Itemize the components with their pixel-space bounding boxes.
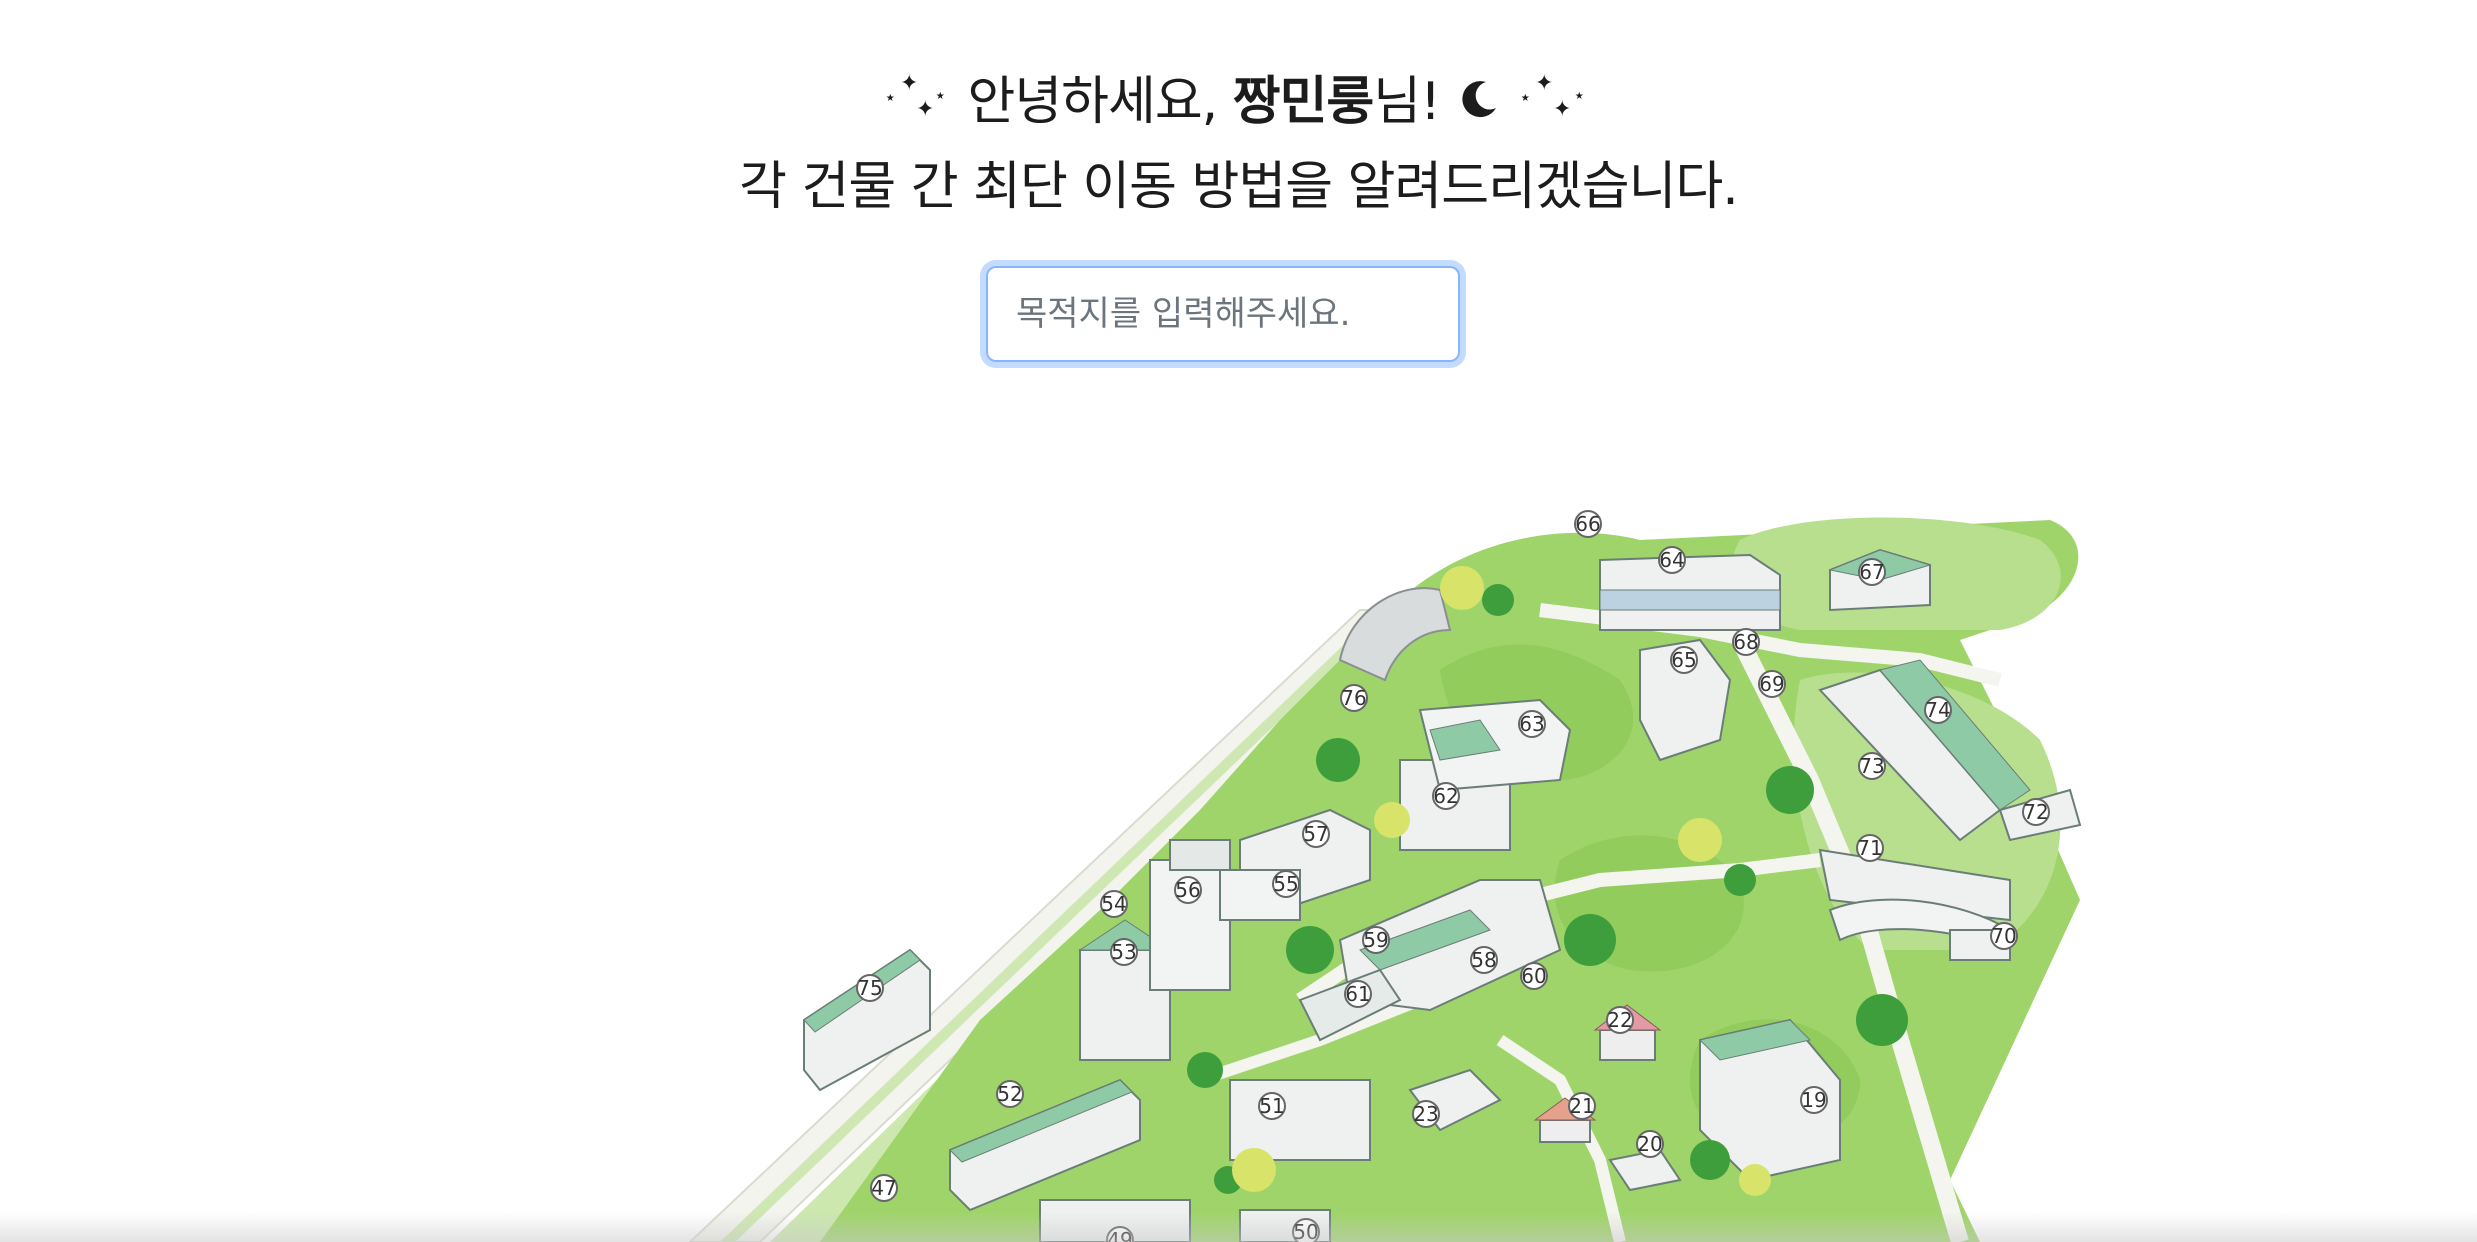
svg-text:68: 68 [1733, 630, 1758, 654]
campus-map[interactable]: 66 64 67 68 65 69 76 63 74 73 62 72 57 7… [0, 480, 2477, 1242]
svg-text:✦: ✦ [1535, 71, 1553, 96]
svg-text:70: 70 [1991, 924, 2016, 948]
search-box [986, 266, 1460, 362]
svg-text:71: 71 [1857, 836, 1882, 860]
svg-text:⋆: ⋆ [1573, 83, 1585, 107]
sparkle-right-icon: ⋆ ✦ ✦ ⋆ [1517, 64, 1597, 147]
svg-text:59: 59 [1363, 928, 1388, 952]
campus-map-illustration: 66 64 67 68 65 69 76 63 74 73 62 72 57 7… [688, 510, 2082, 1242]
svg-text:55: 55 [1273, 872, 1298, 896]
subtitle: 각 건물 간 최단 이동 방법을 알려드리겠습니다. [739, 156, 1739, 217]
svg-text:21: 21 [1569, 1094, 1594, 1118]
svg-text:66: 66 [1575, 512, 1600, 536]
svg-text:58: 58 [1471, 948, 1496, 972]
user-name: 짱민룽 [1232, 72, 1375, 132]
svg-text:75: 75 [857, 976, 882, 1000]
greeting-line: ⋆ ✦ ✦ ⋆ 안녕하세요, 짱민룽님! ⋆ ✦ ✦ ⋆ [0, 62, 2477, 147]
svg-text:47: 47 [871, 1176, 896, 1200]
svg-text:20: 20 [1637, 1132, 1662, 1156]
moon-icon [1456, 65, 1502, 145]
svg-text:51: 51 [1259, 1094, 1284, 1118]
svg-text:✦: ✦ [1553, 97, 1571, 122]
greeting-prefix: 안녕하세요, [967, 72, 1233, 132]
svg-text:52: 52 [997, 1082, 1022, 1106]
bottom-shadow [0, 1212, 2477, 1242]
svg-text:✦: ✦ [916, 97, 934, 122]
svg-text:74: 74 [1925, 698, 1950, 722]
svg-text:56: 56 [1175, 878, 1200, 902]
svg-text:54: 54 [1101, 892, 1126, 916]
svg-text:19: 19 [1801, 1088, 1826, 1112]
svg-text:⋆: ⋆ [884, 85, 896, 109]
svg-text:61: 61 [1345, 982, 1370, 1006]
svg-text:62: 62 [1433, 784, 1458, 808]
svg-text:67: 67 [1859, 560, 1884, 584]
svg-text:22: 22 [1607, 1008, 1632, 1032]
svg-text:✦: ✦ [900, 71, 918, 96]
svg-text:⋆: ⋆ [934, 83, 946, 107]
greeting-suffix: 님! [1373, 72, 1441, 132]
svg-text:69: 69 [1759, 672, 1784, 696]
svg-text:60: 60 [1521, 964, 1546, 988]
svg-text:53: 53 [1111, 940, 1136, 964]
svg-text:57: 57 [1303, 822, 1328, 846]
svg-text:65: 65 [1671, 648, 1696, 672]
svg-text:73: 73 [1859, 754, 1884, 778]
svg-text:72: 72 [2023, 800, 2048, 824]
sparkle-left-icon: ⋆ ✦ ✦ ⋆ [880, 64, 952, 147]
svg-text:23: 23 [1413, 1102, 1438, 1126]
destination-search-input[interactable] [986, 266, 1460, 362]
svg-text:63: 63 [1519, 712, 1544, 736]
svg-text:76: 76 [1341, 686, 1366, 710]
svg-text:64: 64 [1659, 548, 1684, 572]
welcome-header: ⋆ ✦ ✦ ⋆ 안녕하세요, 짱민룽님! ⋆ ✦ ✦ ⋆ 각 건물 간 최단 이… [0, 62, 2477, 227]
svg-text:⋆: ⋆ [1519, 85, 1531, 109]
